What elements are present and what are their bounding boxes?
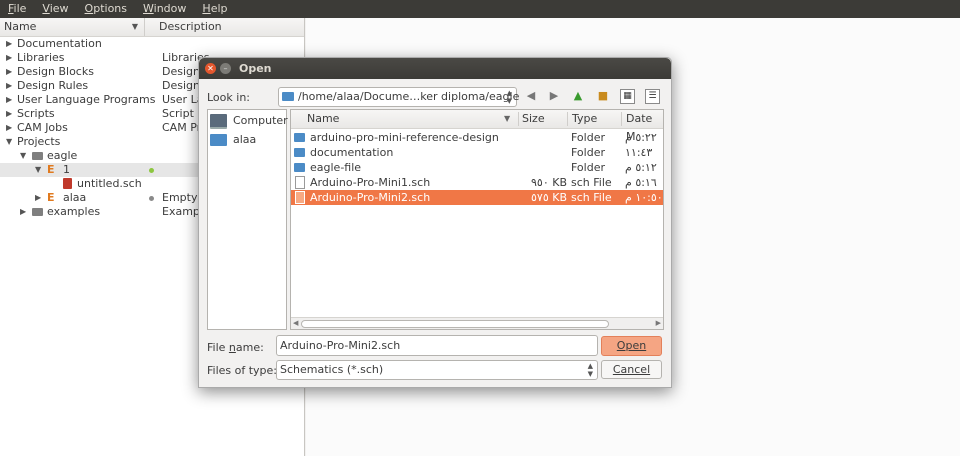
- expand-icon[interactable]: ▶: [35, 191, 41, 205]
- sort-down-icon: ▼: [131, 22, 138, 31]
- scroll-right-icon[interactable]: ▶: [656, 318, 661, 329]
- file-name-input[interactable]: Arduino-Pro-Mini2.sch: [276, 335, 598, 356]
- file-name-label: File name:: [207, 341, 264, 354]
- expand-icon[interactable]: ▶: [20, 205, 26, 219]
- column-separator: [621, 112, 622, 126]
- places-sidebar: Computer alaa: [207, 109, 288, 330]
- tree-item-documentation[interactable]: ▶ Documentation: [0, 37, 304, 51]
- home-folder-icon: [210, 134, 227, 146]
- column-name[interactable]: Name: [307, 110, 339, 128]
- document-icon: [295, 191, 305, 204]
- combo-arrows-icon: ▲ ▼: [506, 89, 512, 105]
- expand-icon[interactable]: ▶: [6, 121, 12, 135]
- expand-icon[interactable]: ▶: [6, 79, 12, 93]
- expand-icon[interactable]: ▶: [6, 107, 12, 121]
- column-size[interactable]: Size: [522, 110, 545, 128]
- file-list[interactable]: Name ▼ Size Type Date M arduino-pro-mini…: [290, 109, 664, 330]
- detail-view-icon[interactable]: ☰: [645, 89, 660, 104]
- file-row-selected[interactable]: Arduino-Pro-Mini2.sch ٥٧٥ KB sch File ١٠…: [291, 190, 663, 205]
- folder-icon: [294, 163, 305, 172]
- expand-icon[interactable]: ▶: [6, 37, 12, 51]
- look-in-label: Look in:: [207, 91, 250, 104]
- combo-arrows-icon: ▲ ▼: [587, 362, 593, 378]
- look-in-combo[interactable]: /home/alaa/Docume…ker diploma/eagle ▲ ▼: [278, 87, 520, 107]
- file-name-accel: n: [228, 341, 236, 354]
- menu-window[interactable]: Window: [135, 0, 194, 18]
- column-separator: [518, 112, 519, 126]
- computer-icon: [210, 114, 227, 129]
- expand-icon[interactable]: ▶: [6, 51, 12, 65]
- file-row[interactable]: documentation Folder ١١:٤٣: [291, 145, 663, 160]
- file-type-select[interactable]: Schematics (*.sch) ▲ ▼: [276, 360, 598, 380]
- file-row[interactable]: arduino-pro-mini-reference-design Folder…: [291, 130, 663, 145]
- open-button[interactable]: Open: [601, 336, 662, 356]
- back-icon[interactable]: ◀: [523, 88, 539, 104]
- dialog-titlebar[interactable]: ✕ – Open: [199, 58, 671, 79]
- cancel-button[interactable]: Cancel: [601, 360, 662, 379]
- expand-icon[interactable]: ▶: [6, 65, 12, 79]
- dialog-title: Open: [239, 62, 272, 75]
- eagle-project-icon: E: [47, 163, 55, 176]
- new-folder-icon[interactable]: ■: [595, 88, 611, 104]
- sort-down-icon: ▼: [504, 114, 511, 123]
- menu-file[interactable]: File: [0, 0, 34, 18]
- collapse-icon[interactable]: ▼: [6, 135, 12, 149]
- file-row[interactable]: eagle-file Folder ٥:١٢ م: [291, 160, 663, 175]
- column-separator: [567, 112, 568, 126]
- tree-column-name[interactable]: Name ▼: [0, 18, 145, 36]
- menubar: File View Options Window Help: [0, 0, 960, 18]
- schematic-icon: [63, 178, 72, 189]
- document-icon: [295, 176, 305, 189]
- parent-directory-icon[interactable]: ▲: [570, 88, 586, 104]
- file-type-label: Files of type:: [207, 364, 278, 377]
- file-row[interactable]: Arduino-Pro-Mini1.sch ٩٥٠ KB sch File ٥:…: [291, 175, 663, 190]
- menu-view[interactable]: View: [34, 0, 76, 18]
- menu-help[interactable]: Help: [194, 0, 235, 18]
- forward-icon[interactable]: ▶: [546, 88, 562, 104]
- menu-options[interactable]: Options: [77, 0, 135, 18]
- eagle-project-icon: E: [47, 191, 55, 204]
- project-closed-icon[interactable]: [149, 196, 154, 201]
- tree-header: Name ▼ Description: [0, 18, 304, 37]
- scrollbar-thumb[interactable]: [301, 320, 609, 328]
- collapse-icon[interactable]: ▼: [35, 163, 41, 177]
- project-open-icon[interactable]: [149, 168, 154, 173]
- folder-icon: [32, 208, 43, 216]
- folder-icon: [32, 152, 43, 160]
- list-view-icon[interactable]: ▦: [620, 89, 635, 104]
- look-in-path: /home/alaa/Docume…ker diploma/eagle: [298, 90, 520, 103]
- minimize-icon[interactable]: –: [220, 63, 231, 74]
- open-dialog: ✕ – Open Look in: /home/alaa/Docume…ker …: [198, 57, 672, 388]
- close-icon[interactable]: ✕: [205, 63, 216, 74]
- column-type[interactable]: Type: [572, 110, 597, 128]
- horizontal-scrollbar[interactable]: ◀ ▶: [291, 317, 663, 329]
- folder-icon: [294, 148, 305, 157]
- scroll-left-icon[interactable]: ◀: [293, 318, 298, 329]
- expand-icon[interactable]: ▶: [6, 93, 12, 107]
- collapse-icon[interactable]: ▼: [20, 149, 26, 163]
- file-list-header: Name ▼ Size Type Date M: [291, 110, 663, 143]
- folder-icon: [282, 92, 294, 101]
- folder-icon: [294, 133, 305, 142]
- tree-column-description[interactable]: Description: [145, 18, 222, 36]
